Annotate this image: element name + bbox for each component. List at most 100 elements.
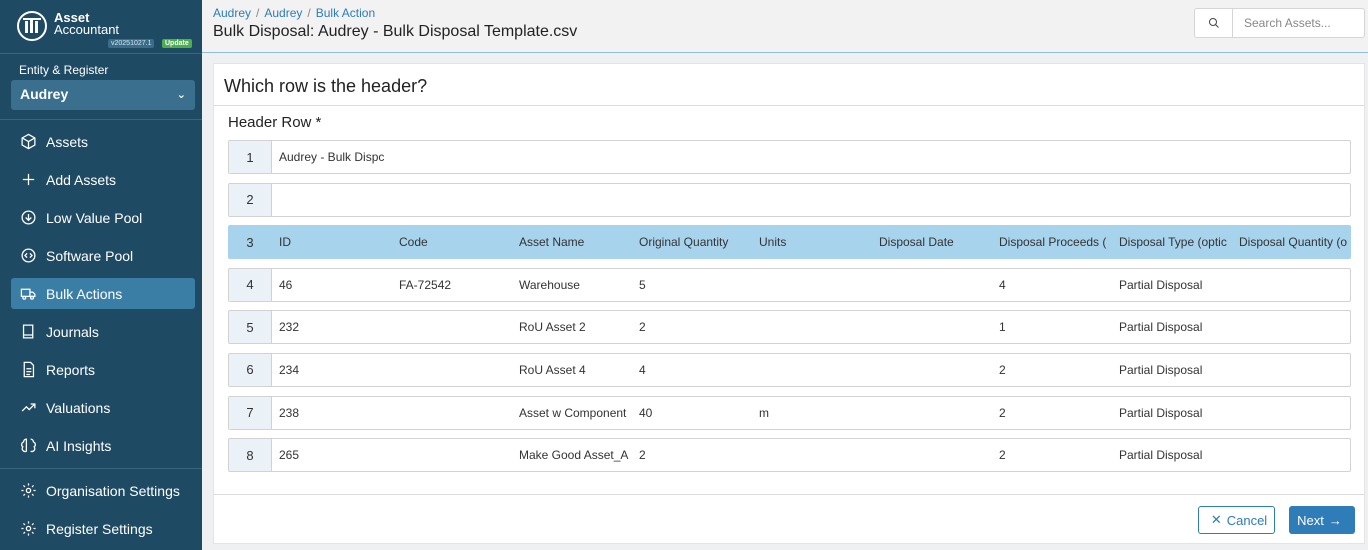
sidebar-item-journals[interactable]: Journals — [11, 316, 195, 347]
row-options: 1 Audrey - Bulk Dispc 2 3 ID Code Asset Name Or… — [228, 140, 1351, 481]
row-cell: Asset Name — [519, 235, 585, 250]
row-number: 8 — [229, 439, 272, 472]
row-cell: RoU Asset 4 — [519, 362, 586, 377]
row-option[interactable]: 1 Audrey - Bulk Dispc — [228, 140, 1351, 174]
row-cell: Partial Disposal — [1119, 277, 1203, 292]
version-badge: v20251027.1 — [108, 39, 155, 48]
sidebar-item-label: Low Value Pool — [46, 209, 143, 226]
row-cell: Disposal Date — [879, 235, 954, 250]
row-cell: Disposal Quantity (o — [1239, 235, 1348, 250]
row-cell: 4 — [999, 277, 1006, 292]
trend-up-icon — [19, 399, 37, 417]
row-option[interactable]: 6 234 RoU Asset 4 4 2 Partial Disposal — [228, 352, 1351, 387]
breadcrumb-link[interactable]: Audrey — [213, 6, 251, 20]
sidebar-item-bulk-actions[interactable]: Bulk Actions — [11, 278, 195, 309]
row-cell: FA-72542 — [399, 277, 452, 292]
row-cell: Audrey - Bulk Dispc — [279, 150, 385, 164]
row-cell: Partial Disposal — [1119, 405, 1203, 420]
cube-icon — [19, 133, 37, 151]
row-cell: 232 — [279, 320, 300, 335]
row-option[interactable]: 8 265 Make Good Asset_A 2 2 Partial Disposal — [228, 438, 1351, 473]
sidebar-item-organisation-settings[interactable]: Organisation Settings — [11, 475, 195, 506]
sidebar-item-ai-insights[interactable]: AI Insights — [11, 430, 195, 461]
document-icon — [19, 361, 37, 379]
card-footer: ✕ Cancel Next → — [214, 494, 1364, 544]
arrow-circle-down-icon — [19, 209, 37, 227]
arrow-right-icon: → — [1328, 512, 1342, 528]
update-badge[interactable]: Update — [162, 39, 192, 48]
sidebar-item-valuations[interactable]: Valuations — [11, 392, 195, 423]
row-cell: Partial Disposal — [1119, 448, 1203, 463]
breadcrumb: Audrey / Audrey / Bulk Action — [213, 6, 376, 20]
row-cell: ID — [279, 235, 291, 250]
header-row-option-selected[interactable]: 3 ID Code Asset Name Original Quantity Units D… — [228, 225, 1351, 260]
breadcrumb-link[interactable]: Bulk Action — [316, 6, 375, 20]
breadcrumb-link[interactable]: Audrey — [264, 6, 302, 20]
sidebar-item-label: Assets — [46, 133, 89, 150]
row-number: 1 — [229, 141, 272, 173]
row-number: 3 — [229, 226, 272, 259]
row-cell: 2 — [639, 448, 646, 463]
sidebar-item-label: Organisation Settings — [46, 482, 180, 499]
row-option[interactable]: 4 46 FA-72542 Warehouse 5 4 Partial Disposal — [228, 267, 1351, 302]
topbar: Audrey / Audrey / Bulk Action Bulk Disposal:… — [202, 0, 1368, 53]
close-icon: ✕ — [1210, 512, 1222, 527]
entity-select[interactable]: Audrey ⌄ — [11, 80, 195, 110]
gear-icon — [19, 482, 37, 500]
row-number: 6 — [229, 353, 272, 386]
row-cell: Original Quantity — [639, 235, 729, 250]
next-label: Next — [1297, 512, 1324, 528]
brand-name-line2: Accountant — [54, 22, 120, 37]
brand[interactable]: Asset Accountant v20251027.1 Update — [0, 0, 202, 53]
main-nav: Assets Add Assets Low Value Pool Softwar… — [0, 119, 202, 461]
header-row-card: Which row is the header? Header Row * 1A… — [213, 63, 1365, 544]
plus-icon — [19, 171, 37, 189]
row-cell: Disposal Type (optic — [1119, 235, 1227, 250]
row-option[interactable]: 7 238 Asset w Component 40 m 2 Partial Disposa… — [228, 395, 1351, 430]
sidebar-item-label: Register Settings — [46, 520, 153, 537]
sidebar-item-label: Bulk Actions — [46, 285, 123, 302]
row-cell: 5 — [639, 277, 646, 292]
cancel-label: Cancel — [1226, 512, 1268, 528]
sidebar-item-register-settings[interactable]: Register Settings — [11, 513, 195, 544]
row-cell: m — [759, 405, 769, 420]
header-row-label: Header Row * — [228, 114, 322, 131]
book-icon — [19, 323, 37, 341]
row-cell: 234 — [279, 362, 300, 377]
row-option[interactable]: 5 232 RoU Asset 2 2 1 Partial Disposal — [228, 310, 1351, 345]
row-number: 7 — [229, 396, 272, 429]
search-input[interactable] — [1234, 9, 1364, 37]
row-cell: 4 — [639, 362, 646, 377]
row-cell: 46 — [279, 277, 293, 292]
sidebar-item-assets[interactable]: Assets — [11, 126, 195, 157]
row-cell: 238 — [279, 405, 300, 420]
row-cell: Warehouse — [519, 277, 580, 292]
sidebar: Asset Accountant v20251027.1 Update Enti… — [0, 0, 202, 550]
sidebar-item-label: AI Insights — [46, 437, 112, 454]
row-cell: 265 — [279, 448, 300, 463]
row-cell: Asset w Component — [519, 405, 627, 420]
row-number: 2 — [229, 183, 272, 216]
row-option[interactable]: 2 — [228, 182, 1351, 217]
sidebar-item-reports[interactable]: Reports — [11, 354, 195, 385]
next-button[interactable]: Next → — [1289, 506, 1355, 534]
sidebar-item-add-assets[interactable]: Add Assets — [11, 164, 195, 195]
search-icon[interactable] — [1195, 9, 1233, 37]
code-circle-icon — [19, 247, 37, 265]
sidebar-item-low-value-pool[interactable]: Low Value Pool — [11, 202, 195, 233]
entity-label: Entity & Register — [19, 63, 109, 77]
card-title: Which row is the header? — [214, 64, 1364, 106]
row-cell: 40 — [639, 405, 653, 420]
row-cell: Code — [399, 235, 428, 250]
search-box — [1194, 8, 1365, 38]
entity-selected-value: Audrey — [20, 86, 69, 102]
row-number: 5 — [229, 311, 272, 344]
cancel-button[interactable]: ✕ Cancel — [1198, 506, 1275, 534]
sidebar-item-label: Add Assets — [46, 171, 117, 188]
row-cell: RoU Asset 2 — [519, 320, 586, 335]
sidebar-item-label: Valuations — [46, 399, 111, 416]
sidebar-item-software-pool[interactable]: Software Pool — [11, 240, 195, 271]
logo-icon — [17, 11, 47, 41]
sidebar-item-label: Software Pool — [46, 247, 134, 264]
row-cell: 1 — [999, 320, 1006, 335]
